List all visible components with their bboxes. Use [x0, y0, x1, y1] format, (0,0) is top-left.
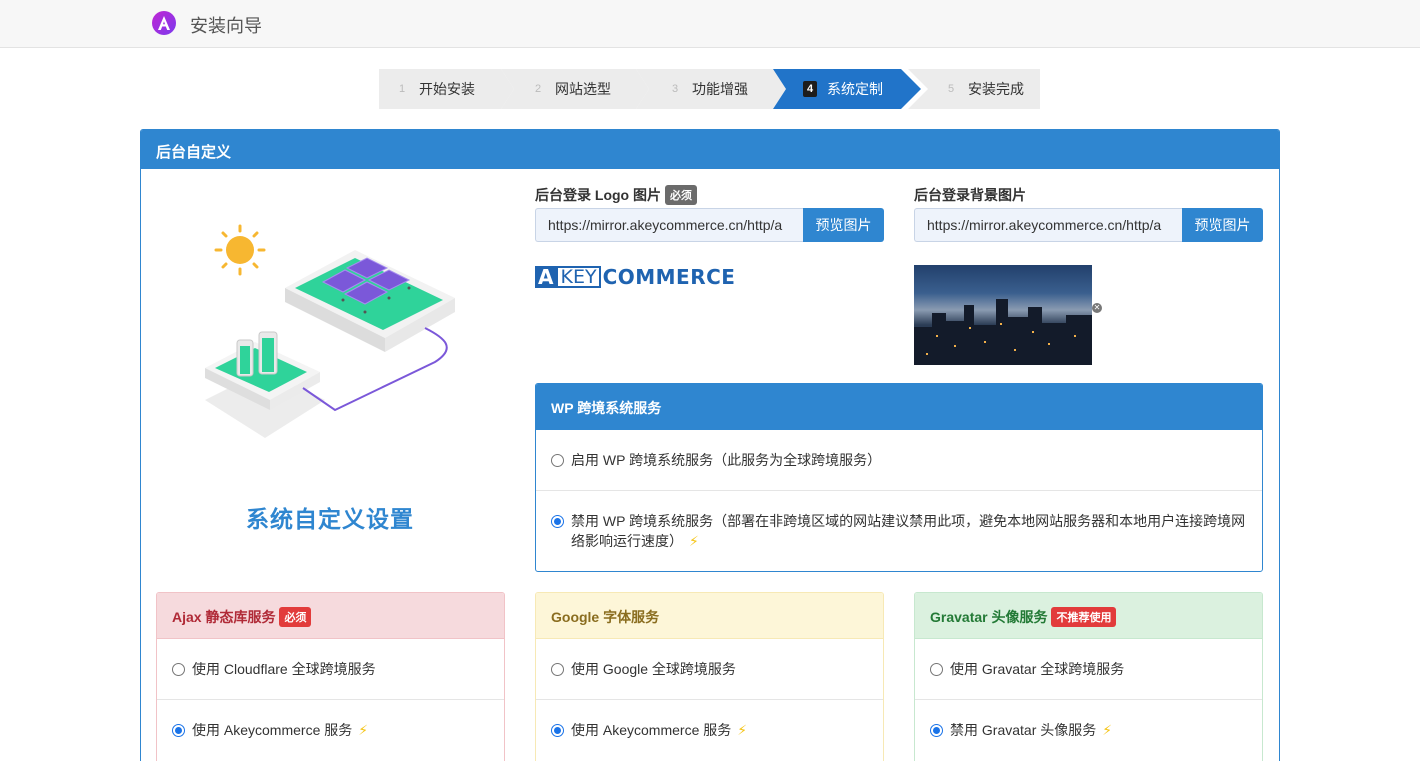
page-title: 安装向导 [190, 16, 262, 36]
step-complete[interactable]: 5 安装完成 [908, 69, 1040, 109]
step-label: 开始安装 [419, 81, 475, 97]
wp-option-enable[interactable]: 启用 WP 跨境系统服务（此服务为全球跨境服务） [536, 430, 1262, 491]
google-option-global[interactable]: 使用 Google 全球跨境服务 [536, 639, 883, 700]
gravatar-disable-label: 禁用 Gravatar 头像服务 ⚡ [950, 722, 1113, 738]
required-badge: 必须 [665, 185, 697, 205]
sun-icon [214, 224, 266, 276]
gravatar-option-disable[interactable]: 禁用 Gravatar 头像服务 ⚡ [915, 700, 1262, 761]
wp-service-card: WP 跨境系统服务 启用 WP 跨境系统服务（此服务为全球跨境服务） 禁用 WP… [535, 383, 1263, 572]
logo-preview-image: A KEY COMMERCE [535, 265, 735, 289]
wp-disable-label: 禁用 WP 跨境系统服务（部署在非跨境区域的网站建议禁用此项，避免本地网站服务器… [571, 513, 1246, 549]
step-number: 5 [947, 83, 955, 95]
gravatar-option-global[interactable]: 使用 Gravatar 全球跨境服务 [915, 639, 1262, 700]
ajax-cloudflare-radio[interactable] [172, 663, 185, 676]
required-badge: 必须 [279, 607, 312, 627]
wp-card-title: WP 跨境系统服务 [536, 384, 1262, 430]
wp-enable-radio[interactable] [551, 454, 564, 467]
step-site-type[interactable]: 2 网站选型 [501, 69, 649, 109]
lightning-icon: ⚡ [737, 722, 748, 738]
gravatar-global-radio[interactable] [930, 663, 943, 676]
step-number: 3 [671, 83, 679, 95]
step-system-custom[interactable]: 4 系统定制 [773, 69, 921, 109]
logo-preview-button[interactable]: 预览图片 [803, 208, 884, 242]
google-card-title: Google 字体服务 [536, 593, 883, 639]
remove-bg-close-icon[interactable]: ✕ [1092, 303, 1102, 313]
logo-preview-key: KEY [556, 266, 601, 288]
ajax-akey-radio[interactable] [172, 724, 185, 737]
step-number: 4 [803, 81, 817, 97]
lightning-icon: ⚡ [358, 722, 369, 738]
step-enhance[interactable]: 3 功能增强 [636, 69, 786, 109]
ajax-option-cloudflare[interactable]: 使用 Cloudflare 全球跨境服务 [157, 639, 504, 700]
ajax-akey-label: 使用 Akeycommerce 服务 ⚡ [192, 722, 369, 738]
app-logo-a-icon[interactable] [152, 11, 176, 35]
bg-preview-image [914, 265, 1092, 365]
wp-disable-radio[interactable] [551, 515, 564, 528]
step-number: 2 [534, 83, 542, 95]
ajax-cloudflare-label: 使用 Cloudflare 全球跨境服务 [192, 661, 376, 677]
panel-title: 后台自定义 [141, 130, 1279, 169]
google-akey-radio[interactable] [551, 724, 564, 737]
illustration-title: 系统自定义设置 [246, 506, 414, 532]
gravatar-card-title: Gravatar 头像服务 不推荐使用 [915, 593, 1262, 639]
google-font-card: Google 字体服务 使用 Google 全球跨境服务 使用 Akeycomm… [535, 592, 884, 761]
step-number: 1 [398, 83, 406, 95]
logo-field-label-text: 后台登录 Logo 图片 [535, 187, 661, 203]
ajax-card-title: Ajax 静态库服务 必须 [157, 593, 504, 639]
wp-enable-label: 启用 WP 跨境系统服务（此服务为全球跨境服务） [571, 452, 882, 468]
ajax-service-card: Ajax 静态库服务 必须 使用 Cloudflare 全球跨境服务 使用 Ake… [156, 592, 505, 761]
bg-url-input[interactable]: https://mirror.akeycommerce.cn/http/a [914, 208, 1182, 242]
logo-field-label: 后台登录 Logo 图片 必须 [535, 185, 697, 205]
step-label: 功能增强 [692, 81, 748, 97]
lightning-icon: ⚡ [689, 533, 699, 549]
wp-option-disable[interactable]: 禁用 WP 跨境系统服务（部署在非跨境区域的网站建议禁用此项，避免本地网站服务器… [536, 491, 1262, 571]
ajax-option-akey[interactable]: 使用 Akeycommerce 服务 ⚡ [157, 700, 504, 761]
gravatar-global-label: 使用 Gravatar 全球跨境服务 [950, 661, 1125, 677]
step-label: 网站选型 [555, 81, 611, 97]
step-label: 系统定制 [827, 81, 883, 97]
logo-preview-commerce: COMMERCE [602, 265, 736, 289]
gravatar-disable-radio[interactable] [930, 724, 943, 737]
google-akey-label: 使用 Akeycommerce 服务 ⚡ [571, 722, 748, 738]
logo-url-input[interactable]: https://mirror.akeycommerce.cn/http/a [535, 208, 803, 242]
google-global-radio[interactable] [551, 663, 564, 676]
gravatar-card: Gravatar 头像服务 不推荐使用 使用 Gravatar 全球跨境服务 禁用… [914, 592, 1263, 761]
lightning-icon: ⚡ [1102, 722, 1113, 738]
step-label: 安装完成 [968, 81, 1024, 97]
step-start-install[interactable]: 1 开始安装 [379, 69, 514, 109]
server-solar-illustration [205, 224, 455, 438]
google-global-label: 使用 Google 全球跨境服务 [571, 661, 736, 677]
logo-preview-a: A [535, 266, 557, 288]
google-option-akey[interactable]: 使用 Akeycommerce 服务 ⚡ [536, 700, 883, 761]
bg-preview-button[interactable]: 预览图片 [1182, 208, 1263, 242]
not-recommended-badge: 不推荐使用 [1051, 607, 1117, 627]
bg-field-label: 后台登录背景图片 [914, 187, 1026, 203]
top-bar: 安装向导 [0, 0, 1420, 48]
